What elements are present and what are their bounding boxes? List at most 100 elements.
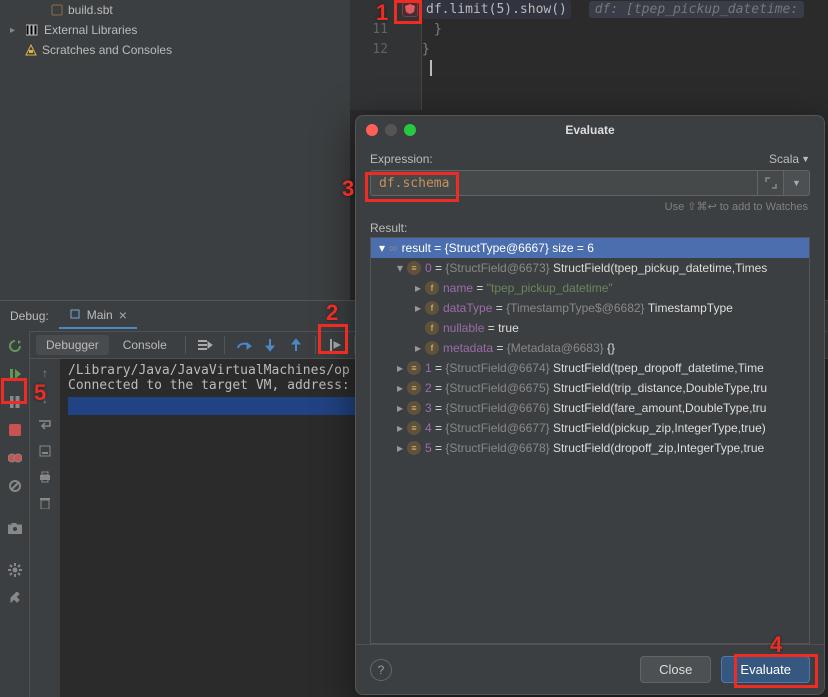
callout-3-label: 3 (342, 176, 354, 202)
result-root-row[interactable]: ∞ result = {StructType@6667} size = 6 (371, 238, 809, 258)
console-gutter: ↑ ↓ (30, 359, 60, 697)
result-tree-field[interactable]: f dataType = {TimestampType$@6682} Times… (371, 298, 809, 318)
chain-icon: ∞ (389, 241, 398, 255)
tree-item-label: Scratches and Consoles (42, 43, 172, 57)
result-tree-item[interactable]: ≡1 = {StructField@6674} StructField(tpep… (371, 358, 809, 378)
print-icon[interactable] (35, 467, 55, 487)
expand-icon[interactable] (758, 170, 784, 196)
editor-caret (430, 60, 432, 76)
chevron-right-icon[interactable] (411, 281, 425, 295)
code-text: } (422, 22, 442, 37)
result-tree-item[interactable]: ≡ 0 = {StructField@6673} StructField(tpe… (371, 258, 809, 278)
history-dropdown-icon[interactable]: ▼ (784, 170, 810, 196)
chevron-right-icon[interactable] (411, 341, 425, 355)
dialog-footer: ? Close Evaluate (356, 644, 824, 694)
result-tree-item[interactable]: ≡2 = {StructField@6675} StructField(trip… (371, 378, 809, 398)
help-icon[interactable]: ? (370, 659, 392, 681)
field-icon: f (425, 341, 439, 355)
chevron-right-icon[interactable] (411, 301, 425, 315)
editor-gutter: 11 12 (350, 0, 398, 110)
project-tree: build.sbt ▸ External Libraries Scratches… (0, 0, 350, 300)
code-text: } (422, 42, 430, 57)
pin-icon[interactable] (4, 587, 26, 609)
code-area: df.limit(5).show() df: [tpep_pickup_date… (422, 0, 828, 60)
field-icon: f (425, 301, 439, 315)
tab-label: Main (87, 308, 113, 322)
field-icon: f (425, 281, 439, 295)
callout-2-label: 2 (326, 300, 338, 326)
stop-icon[interactable] (4, 419, 26, 441)
callout-5-label: 5 (34, 380, 46, 406)
mute-breakpoints-icon[interactable] (4, 475, 26, 497)
code-text: df.limit(5).show() (426, 2, 567, 17)
expression-label: Expression: (370, 152, 433, 166)
trash-icon[interactable] (35, 493, 55, 513)
result-label: Result: (370, 221, 810, 235)
chevron-right-icon: ▸ (10, 25, 22, 36)
step-into-icon[interactable] (259, 334, 281, 356)
evaluate-dialog: Evaluate Expression: Scala▼ ▼ Use ⇧⌘↩ to… (355, 115, 825, 695)
callout-1-label: 1 (376, 0, 388, 26)
chevron-right-icon[interactable] (393, 401, 407, 415)
inline-type-hint: df: [tpep_pickup_datetime: (589, 1, 805, 18)
callout-4-label: 4 (770, 632, 782, 658)
tree-item-label: build.sbt (68, 3, 113, 17)
view-breakpoints-icon[interactable] (4, 447, 26, 469)
run-config-icon (69, 308, 81, 323)
pause-icon[interactable] (4, 391, 26, 413)
chevron-down-icon[interactable] (375, 241, 389, 255)
line-number: 12 (350, 40, 398, 60)
chevron-down-icon[interactable] (393, 261, 407, 275)
chevron-down-icon: ▼ (792, 178, 801, 188)
show-execution-point-icon[interactable] (194, 334, 216, 356)
console-tab[interactable]: Console (113, 335, 177, 355)
compiler-error-shield-icon[interactable] (402, 1, 418, 17)
scroll-to-end-icon[interactable] (35, 441, 55, 461)
step-out-icon[interactable] (285, 334, 307, 356)
object-icon: ≡ (407, 361, 421, 375)
debug-run-gutter (0, 331, 30, 697)
line-number: 11 (350, 20, 398, 40)
expression-input[interactable] (370, 170, 758, 196)
language-dropdown[interactable]: Scala▼ (769, 152, 810, 166)
scratches-icon (24, 43, 38, 57)
dialog-title: Evaluate (356, 123, 824, 137)
debugger-tab[interactable]: Debugger (36, 335, 109, 355)
chevron-right-icon[interactable] (393, 381, 407, 395)
file-icon (50, 3, 64, 17)
result-tree-item[interactable]: ≡5 = {StructField@6678} StructField(drop… (371, 438, 809, 458)
dialog-titlebar[interactable]: Evaluate (356, 116, 824, 144)
tree-item-external-libraries[interactable]: ▸ External Libraries (0, 20, 350, 40)
soft-wrap-icon[interactable] (35, 415, 55, 435)
tree-item-scratches[interactable]: Scratches and Consoles (0, 40, 350, 60)
close-icon[interactable]: × (119, 307, 127, 323)
chevron-right-icon[interactable] (393, 441, 407, 455)
result-tree[interactable]: ∞ result = {StructType@6667} size = 6 ≡ … (370, 237, 810, 644)
camera-icon[interactable] (4, 517, 26, 539)
tree-item-build-sbt[interactable]: build.sbt (0, 0, 350, 20)
object-icon: ≡ (407, 381, 421, 395)
chevron-down-icon: ▼ (801, 154, 810, 164)
object-icon: ≡ (407, 441, 421, 455)
result-tree-field[interactable]: f nullable = true (371, 318, 809, 338)
result-tree-item[interactable]: ≡4 = {StructField@6677} StructField(pick… (371, 418, 809, 438)
result-tree-field[interactable]: f metadata = {Metadata@6683} {} (371, 338, 809, 358)
chevron-right-icon[interactable] (393, 421, 407, 435)
resume-icon[interactable] (4, 363, 26, 385)
run-to-cursor-icon[interactable] (324, 334, 346, 356)
close-button[interactable]: Close (640, 656, 711, 683)
evaluate-button[interactable]: Evaluate (721, 656, 810, 683)
result-tree-item[interactable]: ≡3 = {StructField@6676} StructField(fare… (371, 398, 809, 418)
rerun-icon[interactable] (4, 335, 26, 357)
library-icon (26, 23, 40, 37)
chevron-right-icon[interactable] (393, 361, 407, 375)
object-icon: ≡ (407, 401, 421, 415)
tab-main[interactable]: Main × (59, 303, 137, 329)
debug-title: Debug: (4, 309, 55, 323)
object-icon: ≡ (407, 421, 421, 435)
step-over-icon[interactable] (233, 334, 255, 356)
code-editor[interactable]: 11 12 df.limit(5).show() df: [tpep_picku… (350, 0, 828, 110)
settings-gear-icon[interactable] (4, 559, 26, 581)
object-icon: ≡ (407, 261, 421, 275)
result-tree-field[interactable]: f name = "tpep_pickup_datetime" (371, 278, 809, 298)
